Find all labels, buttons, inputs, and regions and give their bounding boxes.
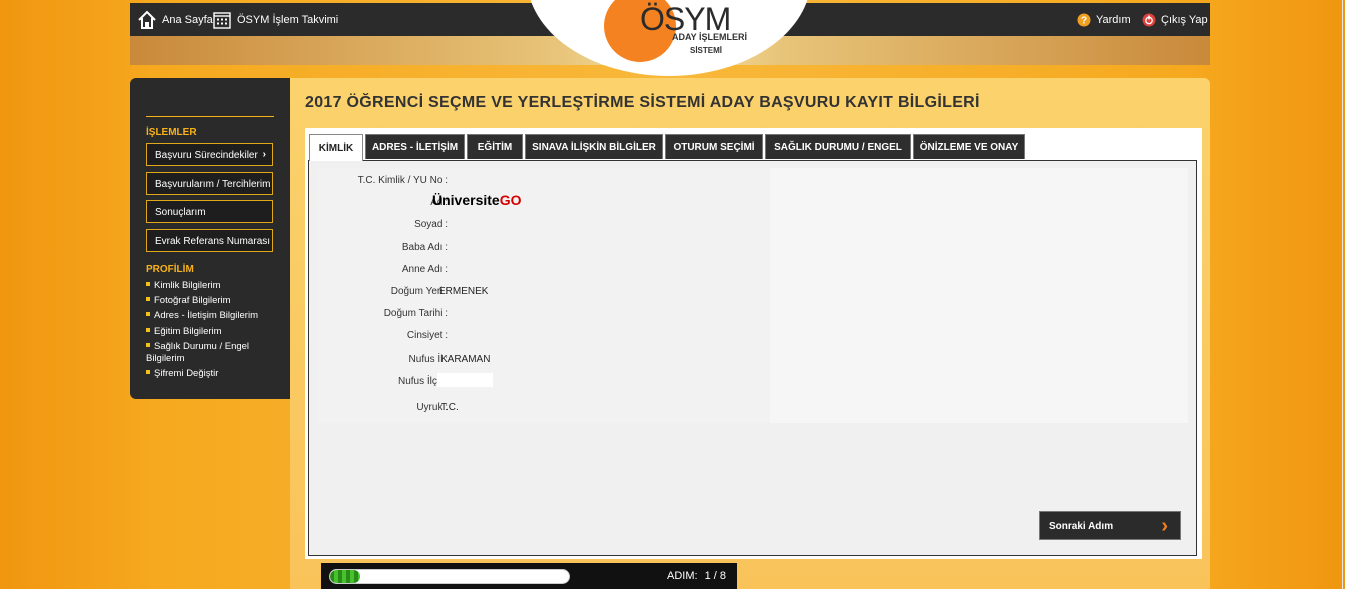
profile-link-sifre[interactable]: Şifremi Değiştir bbox=[146, 368, 276, 380]
tab-onizleme-onay[interactable]: ÖNİZLEME VE ONAY bbox=[913, 134, 1025, 159]
field-row-dogum-tarihi: Doğum Tarihi : bbox=[318, 303, 1188, 325]
bullet-icon bbox=[146, 370, 150, 375]
home-link[interactable]: Ana Sayfa bbox=[137, 3, 213, 36]
field-value: T.C. bbox=[441, 402, 459, 413]
nufus-ilce-value-box bbox=[437, 373, 493, 387]
logout-link[interactable]: Çıkış Yap bbox=[1142, 3, 1208, 36]
field-label: Doğum Tarihi : bbox=[383, 308, 448, 319]
sidebar-button-label: Sonuçlarım bbox=[155, 207, 206, 218]
sidebar-button-sonuclarim[interactable]: Sonuçlarım bbox=[146, 200, 273, 223]
logo-subtitle-1: ADAY İŞLEMLERİ bbox=[672, 32, 748, 42]
section-title-profilim: PROFİLİM bbox=[146, 264, 194, 275]
tab-adres-iletisim[interactable]: ADRES - İLETİŞİM bbox=[365, 134, 465, 159]
bullet-icon bbox=[146, 328, 150, 333]
field-row-soyad: Soyad : bbox=[318, 214, 1188, 236]
field-row-nufus-il: Nufus İl : KARAMAN bbox=[318, 349, 1188, 371]
tab-kimlik[interactable]: KİMLİK bbox=[309, 134, 363, 161]
help-link[interactable]: ? Yardım bbox=[1077, 3, 1131, 36]
field-label: T.C. Kimlik / YU No : bbox=[357, 175, 448, 186]
next-step-label: Sonraki Adım bbox=[1049, 521, 1114, 532]
page-title: 2017 ÖĞRENCİ SEÇME VE YERLEŞTİRME SİSTEM… bbox=[305, 94, 980, 111]
field-row-cinsiyet: Cinsiyet : bbox=[318, 325, 1188, 347]
profile-link-adres[interactable]: Adres - İletişim Bilgilerim bbox=[146, 310, 276, 322]
help-label: Yardım bbox=[1096, 13, 1131, 26]
page-edge bbox=[1342, 0, 1343, 589]
tab-saglik-durumu[interactable]: SAĞLIK DURUMU / ENGEL bbox=[765, 134, 911, 159]
tab-oturum-secimi[interactable]: OTURUM SEÇİMİ bbox=[665, 134, 763, 159]
field-row-ad: Ad : ÜniversiteGO bbox=[318, 192, 1188, 214]
field-label: Cinsiyet : bbox=[406, 330, 448, 341]
profile-link-kimlik[interactable]: Kimlik Bilgilerim bbox=[146, 280, 276, 292]
field-row-dogum-yeri: Doğum Yeri : ERMENEK bbox=[318, 281, 1188, 303]
sidebar-divider bbox=[146, 116, 274, 117]
step-indicator: ADIM: 1 / 8 bbox=[667, 570, 726, 582]
sidebar-button-evrak-referans[interactable]: Evrak Referans Numarası bbox=[146, 229, 273, 252]
chevron-right-icon: › bbox=[262, 149, 266, 160]
progress-bar-container: ADIM: 1 / 8 bbox=[321, 563, 737, 589]
tab-sinava-iliskin[interactable]: SINAVA İLİŞKİN BİLGİLER bbox=[525, 134, 663, 159]
svg-text:?: ? bbox=[1081, 15, 1087, 26]
sidebar: İŞLEMLER Başvuru Sürecindekiler › Başvur… bbox=[130, 78, 290, 399]
profile-link-egitim[interactable]: Eğitim Bilgilerim bbox=[146, 326, 276, 338]
next-step-button[interactable]: Sonraki Adım › bbox=[1039, 511, 1181, 540]
bullet-icon bbox=[146, 297, 150, 302]
field-label: Soyad : bbox=[414, 219, 448, 230]
chevron-right-icon: › bbox=[1161, 515, 1168, 537]
step-value: 1 / 8 bbox=[704, 570, 727, 582]
progress-fill bbox=[330, 570, 360, 583]
home-label: Ana Sayfa bbox=[162, 13, 213, 26]
field-row-tc: T.C. Kimlik / YU No : bbox=[318, 170, 1188, 192]
field-row-baba-adi: Baba Adı : bbox=[318, 237, 1188, 259]
calendar-icon bbox=[213, 11, 231, 29]
field-row-uyruk: Uyruk : T.C. bbox=[318, 397, 1188, 419]
field-label: Anne Adı : bbox=[401, 264, 448, 275]
watermark-logo: ÜniversiteGO bbox=[432, 192, 522, 208]
sidebar-button-basvuru-surecindekiler[interactable]: Başvuru Sürecindekiler › bbox=[146, 143, 273, 166]
home-icon bbox=[138, 10, 156, 29]
field-value: ERMENEK bbox=[439, 286, 489, 297]
sidebar-button-label: Evrak Referans Numarası bbox=[155, 236, 271, 247]
field-label: Baba Adı : bbox=[401, 242, 448, 253]
field-value: KARAMAN bbox=[441, 354, 491, 365]
bullet-icon bbox=[146, 282, 150, 287]
sidebar-button-label: Başvurularım / Tercihlerim bbox=[155, 179, 271, 190]
bullet-icon bbox=[146, 343, 150, 348]
profile-link-fotograf[interactable]: Fotoğraf Bilgilerim bbox=[146, 295, 276, 307]
step-label: ADIM: bbox=[667, 570, 698, 582]
logout-label: Çıkış Yap bbox=[1161, 13, 1208, 26]
sidebar-button-basvurularim[interactable]: Başvurularım / Tercihlerim bbox=[146, 172, 273, 195]
bullet-icon bbox=[146, 312, 150, 317]
calendar-link[interactable]: ÖSYM İşlem Takvimi bbox=[212, 3, 338, 36]
help-icon: ? bbox=[1077, 13, 1091, 26]
profile-link-saglik[interactable]: Sağlık Durumu / Engel Bilgilerim bbox=[146, 341, 256, 365]
progress-track bbox=[329, 569, 570, 584]
section-title-islemler: İŞLEMLER bbox=[146, 127, 197, 138]
field-row-anne-adi: Anne Adı : bbox=[318, 259, 1188, 281]
calendar-label: ÖSYM İşlem Takvimi bbox=[237, 13, 339, 26]
logo-subtitle-2: SİSTEMİ bbox=[690, 46, 723, 55]
tab-egitim[interactable]: EĞİTİM bbox=[467, 134, 523, 159]
power-icon bbox=[1142, 13, 1156, 26]
sidebar-button-label: Başvuru Sürecindekiler bbox=[155, 150, 258, 161]
